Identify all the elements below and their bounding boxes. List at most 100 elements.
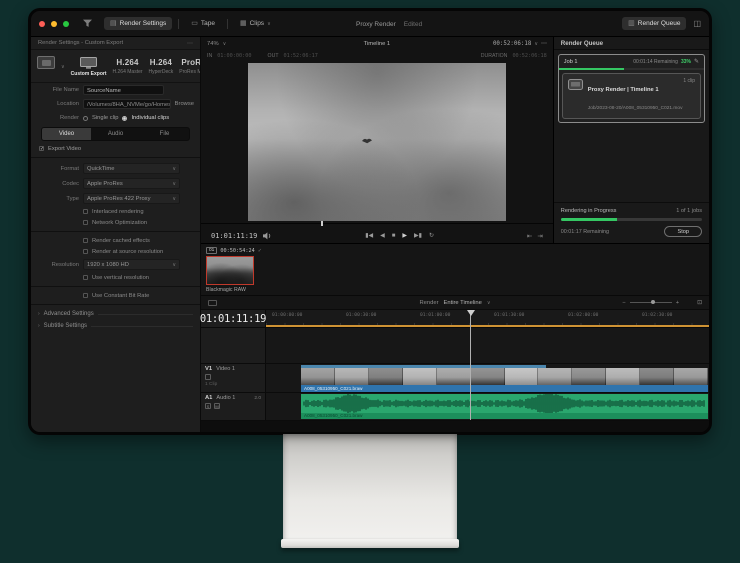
- type-dropdown[interactable]: Apple ProRes 422 Proxy∨: [83, 193, 180, 204]
- tab-file[interactable]: File: [140, 128, 189, 140]
- viewer-timeline-selector[interactable]: Timeline 1: [201, 41, 553, 47]
- clip-thumbnail[interactable]: [206, 256, 254, 285]
- render-status-text: Rendering in Progress: [561, 208, 617, 214]
- out-label: OUT: [268, 53, 279, 59]
- browse-button[interactable]: Browse: [175, 101, 194, 107]
- interlaced-checkbox[interactable]: [83, 209, 88, 214]
- tab-audio[interactable]: Audio: [91, 128, 140, 140]
- render-range-value[interactable]: Entire Timeline: [444, 300, 482, 306]
- edit-job-icon[interactable]: ✎: [694, 58, 699, 65]
- goto-in-icon[interactable]: ⇤: [527, 232, 532, 240]
- codec-dropdown[interactable]: Apple ProRes∨: [83, 178, 180, 189]
- audio-waveform: [301, 394, 708, 413]
- render-settings-button[interactable]: ▤ Render Settings: [104, 17, 172, 30]
- format-dropdown[interactable]: QuickTime∨: [83, 163, 180, 174]
- timeline-ruler[interactable]: 01:00:00:00 01:00:30:00 01:01:00:00 01:0…: [266, 310, 709, 327]
- tape-button[interactable]: ▭ Tape: [185, 17, 221, 30]
- render-queue-button[interactable]: ▥ Render Queue: [622, 17, 686, 30]
- audio-clip[interactable]: A008_05310950_C021.braw: [301, 394, 708, 419]
- viewer-playhead[interactable]: [321, 221, 323, 226]
- solo-button[interactable]: S: [205, 403, 211, 409]
- close-button[interactable]: [39, 21, 45, 27]
- out-value[interactable]: 01:52:06:17: [284, 53, 318, 59]
- single-clip-radio[interactable]: [83, 116, 88, 121]
- audio-track: A1 Audio 1 2.0 S M: [201, 393, 709, 421]
- timeline-zoom-slider[interactable]: [630, 302, 672, 303]
- video-clip-name: A008_05310950_C021.braw: [301, 385, 708, 392]
- interlaced-label: Interlaced rendering: [92, 209, 144, 215]
- preset-h264-master[interactable]: H.264 H.264 Master: [113, 58, 143, 75]
- video-clip[interactable]: A008_05310950_C021.braw: [301, 365, 708, 392]
- subtitle-settings-section[interactable]: › Subtitle Settings: [31, 320, 200, 332]
- video-track-header[interactable]: V1 Video 1 1 Clip: [201, 364, 266, 392]
- zoom-in-icon[interactable]: +: [676, 300, 679, 306]
- network-optimization-checkbox[interactable]: [83, 220, 88, 225]
- speaker-icon[interactable]: [263, 232, 272, 240]
- project-status: Edited: [404, 21, 422, 28]
- monitor: ▤ Render Settings ▭ Tape ▦ Clips ∨ Proxy…: [28, 8, 712, 435]
- render-cached-checkbox[interactable]: [83, 238, 88, 243]
- goto-out-icon[interactable]: ⇥: [537, 232, 542, 240]
- in-value[interactable]: 01:00:00:00: [217, 53, 251, 59]
- viewer-current-timecode: 01:01:11:19: [211, 232, 257, 240]
- tab-video[interactable]: Video: [42, 128, 91, 140]
- skip-start-icon[interactable]: ▮◀: [365, 232, 373, 239]
- preset-prores[interactable]: ProRes ProRes Master: [179, 58, 200, 75]
- render-job[interactable]: Job 1 00:01:14 Remaining 33% ✎: [558, 54, 705, 123]
- audio-track-header[interactable]: A1 Audio 1 2.0 S M: [201, 393, 266, 420]
- clips-label: Clips: [250, 20, 264, 27]
- stop-icon[interactable]: ■: [392, 233, 396, 239]
- location-input[interactable]: /Volumes/8HA_NVMe/go/Homeskating_NRG/D: [83, 99, 171, 109]
- maximize-button[interactable]: [63, 21, 69, 27]
- preset-custom[interactable]: .: [37, 56, 55, 77]
- file-name-input[interactable]: SourceName: [83, 85, 164, 95]
- job-progress-bar: [559, 68, 704, 70]
- zoom-out-icon[interactable]: −: [622, 300, 625, 306]
- preset-hyperdeck[interactable]: H.264 HyperDeck: [149, 58, 174, 75]
- ruler-tick: 01:01:30:00: [494, 313, 524, 318]
- expand-timeline-icon[interactable]: ⊡: [697, 300, 702, 306]
- export-video-checkbox[interactable]: ✓: [39, 146, 44, 151]
- clip-timecode: 00:50:54:24: [220, 248, 254, 254]
- window-title: Proxy Render Edited: [356, 11, 422, 37]
- minimize-button[interactable]: [51, 21, 57, 27]
- clip-icon: [568, 79, 583, 90]
- timeline-playhead[interactable]: [470, 310, 471, 420]
- vertical-resolution-checkbox[interactable]: [83, 275, 88, 280]
- auto-select-icon[interactable]: [205, 374, 211, 380]
- advanced-settings-section[interactable]: › Advanced Settings: [31, 308, 200, 320]
- play-icon[interactable]: ▶: [402, 232, 407, 239]
- export-video-label: Export Video: [48, 146, 81, 152]
- resolution-dropdown[interactable]: 1920 x 1080 HD∨: [83, 259, 180, 270]
- ruler-tick: 01:02:00:00: [568, 313, 598, 318]
- funnel-icon[interactable]: [83, 19, 92, 28]
- section-chevron-icon: ›: [38, 311, 40, 317]
- zoom-slider-knob[interactable]: [651, 300, 655, 304]
- app-window: ▤ Render Settings ▭ Tape ▦ Clips ∨ Proxy…: [31, 11, 709, 432]
- individual-clips-radio[interactable]: [122, 116, 127, 121]
- render-queue-title: Render Queue: [561, 40, 603, 47]
- audio-track-name: Audio 1: [216, 395, 235, 401]
- job-clip-count: 1 clip: [683, 78, 695, 114]
- toolbar-divider: [227, 19, 228, 29]
- loop-icon[interactable]: ↻: [429, 232, 434, 239]
- clips-button[interactable]: ▦ Clips ∨: [234, 17, 277, 30]
- panel-menu-icon[interactable]: ⋯: [187, 40, 193, 47]
- source-resolution-checkbox[interactable]: [83, 249, 88, 254]
- preset-custom-export[interactable]: Custom Export: [71, 57, 107, 77]
- constant-bitrate-checkbox[interactable]: [83, 293, 88, 298]
- duration-label: DURATION: [481, 53, 508, 59]
- tape-label: Tape: [201, 20, 215, 27]
- skip-end-icon[interactable]: ▶▮: [414, 232, 422, 239]
- stop-button[interactable]: Stop: [664, 226, 702, 237]
- clip-caption: Blackmagic RAW: [206, 287, 709, 293]
- mute-button[interactable]: M: [214, 403, 220, 409]
- render-queue-panel: Render Queue Job 1 00:01:14 Remaining 33…: [553, 37, 709, 243]
- job-card[interactable]: Proxy Render | Timeline 1 Job/2023-08-20…: [562, 73, 701, 119]
- section-chevron-icon: ›: [38, 323, 40, 329]
- viewer-scrubber[interactable]: [201, 223, 553, 228]
- render-settings-label: Render Settings: [120, 20, 167, 27]
- panel-toggle-icon[interactable]: ◫: [693, 20, 701, 28]
- location-label: Location: [37, 101, 79, 107]
- step-back-icon[interactable]: ◀: [380, 232, 385, 239]
